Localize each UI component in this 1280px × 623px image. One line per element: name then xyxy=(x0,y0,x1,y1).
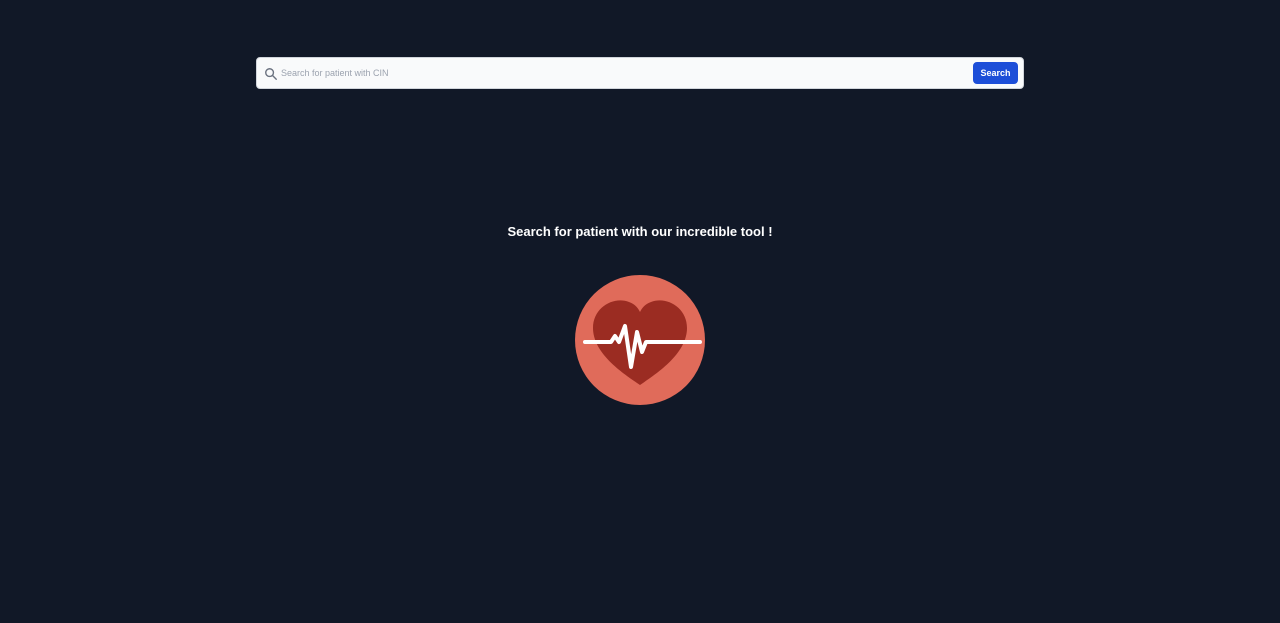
heart-pulse-icon xyxy=(575,275,705,405)
page: Search Search for patient with our incre… xyxy=(0,0,1280,623)
search-input[interactable] xyxy=(281,58,971,88)
search-button[interactable]: Search xyxy=(973,62,1018,84)
search-bar: Search xyxy=(256,57,1024,89)
hero-title: Search for patient with our incredible t… xyxy=(507,224,773,239)
search-icon xyxy=(265,68,277,80)
